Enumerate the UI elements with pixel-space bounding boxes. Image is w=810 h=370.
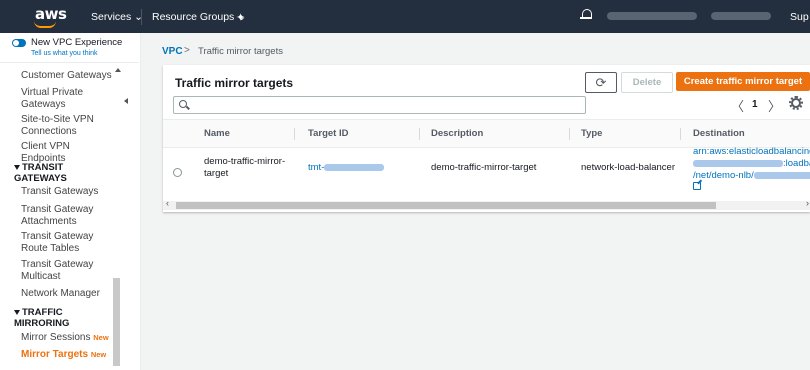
- table-horizontal-scrollbar[interactable]: ‹ ›: [163, 198, 810, 210]
- notifications-bell-icon[interactable]: [580, 9, 592, 19]
- feedback-link[interactable]: Tell us what you think: [31, 50, 98, 57]
- section-label: TRANSIT GATEWAYS: [14, 162, 67, 184]
- sidebar: New VPC Experience Tell us what you thin…: [0, 33, 141, 370]
- column-header-destination[interactable]: Destination: [693, 128, 745, 139]
- search-icon: [179, 100, 187, 108]
- section-label: TRAFFIC MIRRORING: [14, 307, 70, 329]
- collapse-sidebar-icon[interactable]: [124, 98, 128, 104]
- sidebar-scrollbar[interactable]: [113, 73, 120, 370]
- column-divider: [294, 128, 295, 140]
- nlb-id-redacted: [753, 171, 810, 179]
- target-id-redacted: [324, 163, 385, 171]
- column-divider: [569, 128, 570, 140]
- breadcrumb-vpc[interactable]: VPC: [162, 46, 183, 57]
- current-page-number[interactable]: 1: [752, 99, 758, 110]
- column-header-description[interactable]: Description: [431, 128, 483, 139]
- gear-icon[interactable]: [789, 96, 803, 110]
- nav-separator: [141, 9, 142, 25]
- sidebar-item-virtual-private-gateways[interactable]: Virtual Private Gateways: [21, 87, 116, 111]
- sidebar-section-transit-gateways[interactable]: TRANSIT GATEWAYS: [14, 162, 104, 184]
- destination-line-3: /net/demo-nlb/: [693, 170, 810, 182]
- destination-arn-prefix: arn:aws:elasticloadbalancing:: [693, 146, 810, 157]
- caret-down-icon: [14, 309, 20, 315]
- column-header-type[interactable]: Type: [581, 128, 602, 139]
- panel-title: Traffic mirror targets: [175, 76, 294, 90]
- destination-line-4: [693, 182, 810, 194]
- sidebar-item-transit-gateway-multicast[interactable]: Transit Gateway Multicast: [21, 259, 116, 283]
- table-row[interactable]: demo-traffic-mirror-target tmt- demo-tra…: [163, 146, 810, 200]
- new-badge: New: [90, 350, 107, 359]
- column-divider: [419, 128, 420, 140]
- search-input[interactable]: [192, 97, 576, 113]
- cell-description: demo-traffic-mirror-target: [431, 162, 537, 173]
- account-menu-redacted[interactable]: [607, 12, 697, 20]
- sidebar-item-transit-gateways[interactable]: Transit Gateways: [21, 186, 116, 198]
- aws-logo-smile: [34, 21, 56, 28]
- sidebar-section-traffic-mirroring[interactable]: TRAFFIC MIRRORING: [14, 307, 104, 329]
- destination-line-2: :loadbalan: [693, 158, 810, 170]
- column-header-name[interactable]: Name: [204, 128, 230, 139]
- account-redacted: [693, 159, 783, 167]
- resource-groups-menu[interactable]: Resource Groups ⌄: [152, 11, 246, 23]
- sidebar-scrollbar-thumb[interactable]: [113, 278, 120, 366]
- row-select-radio[interactable]: [173, 168, 182, 177]
- scroll-left-icon[interactable]: ‹: [166, 198, 169, 208]
- breadcrumb-separator-icon: >: [184, 45, 190, 56]
- traffic-mirror-targets-panel: Traffic mirror targets ⟳ Delete Create t…: [163, 65, 810, 212]
- new-badge: New: [93, 333, 109, 342]
- search-box[interactable]: [173, 96, 586, 114]
- new-vpc-experience-toggle[interactable]: [12, 39, 26, 47]
- top-navigation-bar: aws Services ⌄ Resource Groups ⌄ ✦ Sup: [0, 0, 810, 33]
- sidebar-item-mirror-targets[interactable]: Mirror Targets New: [21, 349, 116, 361]
- external-link-icon[interactable]: [693, 182, 701, 190]
- cell-target-id[interactable]: tmt-: [308, 162, 385, 174]
- pin-icon[interactable]: ✦: [236, 11, 245, 24]
- services-menu[interactable]: Services ⌄: [91, 11, 143, 23]
- destination-loadbalancer-part: :loadbalan: [783, 158, 810, 169]
- horizontal-scrollbar-thumb[interactable]: [176, 202, 716, 209]
- refresh-icon: ⟳: [595, 75, 607, 90]
- scroll-right-icon[interactable]: ›: [806, 198, 809, 208]
- table-header: Name Target ID Description Type Destinat…: [163, 119, 810, 148]
- sidebar-item-network-manager[interactable]: Network Manager: [21, 288, 116, 300]
- destination-nlb-part: /net/demo-nlb/: [693, 170, 754, 181]
- sidebar-item-transit-gateway-route-tables[interactable]: Transit Gateway Route Tables: [21, 231, 116, 255]
- sidebar-divider: [0, 62, 139, 63]
- cell-destination[interactable]: arn:aws:elasticloadbalancing: :loadbalan…: [693, 146, 810, 194]
- refresh-button[interactable]: ⟳: [585, 72, 617, 93]
- column-divider: [680, 128, 681, 140]
- breadcrumb-current: Traffic mirror targets: [198, 46, 283, 57]
- sidebar-item-mirror-sessions[interactable]: Mirror Sessions New: [21, 332, 116, 344]
- destination-line-1: arn:aws:elasticloadbalancing:: [693, 146, 810, 158]
- column-header-target-id[interactable]: Target ID: [308, 128, 348, 139]
- sidebar-item-label: Mirror Targets: [21, 349, 89, 360]
- cell-type: network-load-balancer: [581, 162, 675, 173]
- sidebar-item-site-to-site-vpn[interactable]: Site-to-Site VPN Connections: [21, 114, 116, 138]
- sidebar-item-label: Mirror Sessions: [21, 332, 91, 343]
- support-menu[interactable]: Sup: [790, 11, 809, 23]
- sidebar-item-transit-gateway-attachments[interactable]: Transit Gateway Attachments: [21, 204, 116, 228]
- target-id-prefix: tmt-: [308, 162, 325, 173]
- sidebar-scroll-up-icon[interactable]: [115, 68, 121, 72]
- caret-down-icon: [14, 164, 20, 170]
- cell-name: demo-traffic-mirror-target: [204, 156, 286, 179]
- new-vpc-experience-label: New VPC Experience: [31, 37, 123, 48]
- previous-page-icon[interactable]: 〈: [731, 96, 744, 115]
- sidebar-item-customer-gateways[interactable]: Customer Gateways: [21, 70, 116, 82]
- region-menu-redacted[interactable]: [711, 12, 771, 20]
- create-traffic-mirror-target-button[interactable]: Create traffic mirror target: [676, 72, 810, 91]
- delete-button[interactable]: Delete: [621, 72, 673, 93]
- next-page-icon[interactable]: 〉: [768, 96, 781, 115]
